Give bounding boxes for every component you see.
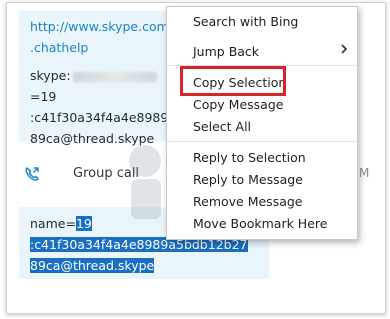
menu-item-reply-to-selection[interactable]: Reply to Selection xyxy=(193,150,306,165)
submenu-arrow-icon xyxy=(341,44,348,54)
skype-prefix: skype: xyxy=(30,68,71,83)
message-link-continued[interactable]: .chathelp xyxy=(30,37,88,58)
message-line: 89ca@thread.skype xyxy=(30,255,155,276)
selected-text[interactable]: 19 xyxy=(75,216,92,231)
menu-item-search-with-bing[interactable]: Search with Bing xyxy=(193,14,298,29)
menu-item-remove-message[interactable]: Remove Message xyxy=(193,194,303,209)
phone-call-icon xyxy=(25,167,39,181)
skype-uri-line: skype: xyxy=(30,65,159,86)
call-timestamp: M xyxy=(359,166,370,180)
message-link[interactable]: http://www.skype.com/c xyxy=(30,16,180,37)
name-prefix: name= xyxy=(30,216,76,231)
menu-item-copy-message[interactable]: Copy Message xyxy=(193,97,283,112)
copy-selection-highlight xyxy=(180,66,286,96)
redacted-text xyxy=(72,71,157,82)
selected-text[interactable]: 89ca@thread.skype xyxy=(30,258,155,273)
menu-item-jump-back[interactable]: Jump Back xyxy=(193,44,259,59)
menu-separator xyxy=(167,141,357,142)
menu-item-move-bookmark-here[interactable]: Move Bookmark Here xyxy=(193,216,327,231)
menu-item-reply-to-message[interactable]: Reply to Message xyxy=(193,172,303,187)
menu-item-select-all[interactable]: Select All xyxy=(193,119,251,134)
message-line: =19 xyxy=(30,89,57,104)
message-line: name=19 xyxy=(30,213,92,234)
context-menu: Search with Bing Jump Back Copy Selectio… xyxy=(166,6,358,240)
